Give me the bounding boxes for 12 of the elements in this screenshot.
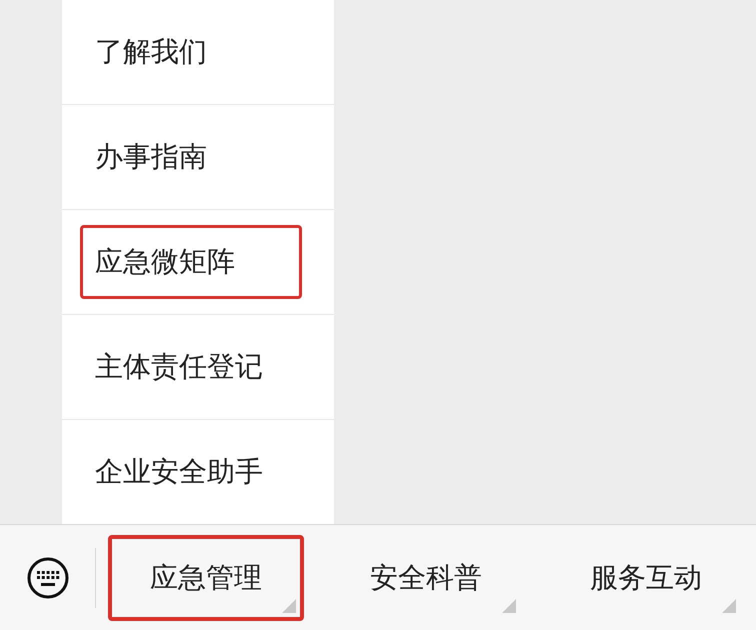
menu-bar-button[interactable]: 安全科普	[328, 534, 524, 620]
menu-bar-button[interactable]: 应急管理	[108, 534, 304, 620]
submenu-item[interactable]: 主体责任登记	[80, 330, 286, 404]
corner-triangle-icon	[722, 598, 736, 612]
submenu-item[interactable]: 了解我们	[80, 15, 230, 89]
corner-triangle-icon	[282, 598, 296, 612]
keyboard-icon[interactable]	[26, 556, 70, 600]
submenu-item[interactable]: 企业安全助手	[80, 435, 286, 509]
corner-triangle-icon	[502, 598, 516, 612]
submenu-item[interactable]: 办事指南	[80, 120, 230, 194]
menu-bar-button[interactable]: 服务互动	[548, 534, 744, 620]
submenu-item[interactable]: 应急微矩阵	[80, 225, 302, 299]
